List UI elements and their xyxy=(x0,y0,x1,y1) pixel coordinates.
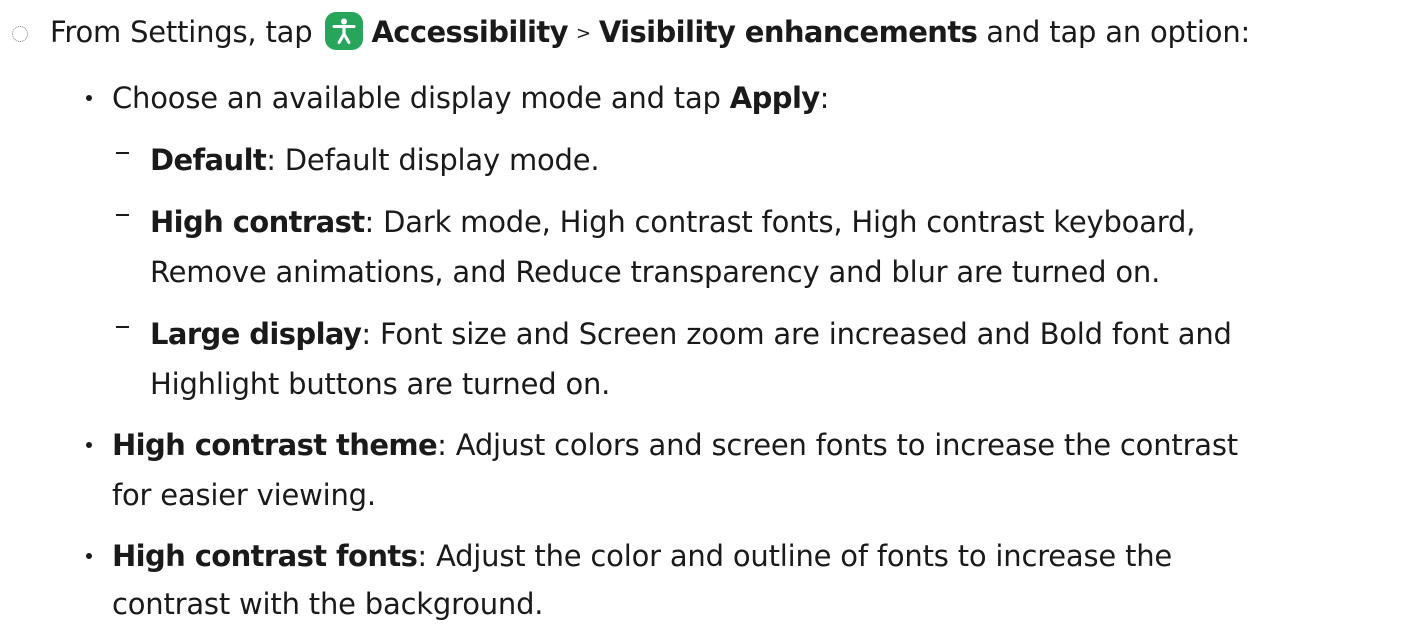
accessibility-label: Accessibility xyxy=(371,15,568,49)
bullet-term: High contrast theme xyxy=(112,428,438,462)
bullet-desc-line2: contrast with the background. xyxy=(112,587,544,621)
path-separator: > xyxy=(575,23,591,44)
dash-marker xyxy=(116,214,129,216)
colon: : xyxy=(819,81,830,115)
bullet-desc-line2: for easier viewing. xyxy=(112,478,376,512)
mode-term: Large display xyxy=(150,317,362,351)
mode-term: Default xyxy=(150,143,267,177)
dash-marker xyxy=(116,152,129,154)
step-marker-icon xyxy=(12,26,28,42)
visibility-enhancements-label: Visibility enhancements xyxy=(598,15,978,49)
intro-line: From Settings, tap Accessibility > Visibil… xyxy=(50,12,1250,54)
bullet-dot xyxy=(86,442,92,448)
mode-desc-line1: Font size and Screen zoom are increased … xyxy=(379,317,1232,351)
mode-desc-line2: Remove animations, and Reduce transparen… xyxy=(150,255,1161,289)
bullet-high-contrast-fonts-cont: contrast with the background. xyxy=(112,584,544,624)
bullet-dot xyxy=(86,95,92,101)
apply-label: Apply xyxy=(729,81,820,115)
accessibility-icon xyxy=(325,12,364,50)
bullet-desc-line1: Adjust colors and screen fonts to increa… xyxy=(455,428,1238,462)
colon: : xyxy=(361,317,371,351)
mode-high-contrast: High contrast: Dark mode, High contrast … xyxy=(150,202,1195,242)
bullet-high-contrast-fonts: High contrast fonts: Adjust the color an… xyxy=(112,536,1172,576)
colon: : xyxy=(437,428,447,462)
bullet-term: High contrast fonts xyxy=(112,539,418,573)
mode-large-display: Large display: Font size and Screen zoom… xyxy=(150,314,1232,354)
mode-default: Default: Default display mode. xyxy=(150,140,600,180)
mode-large-display-cont: Highlight buttons are turned on. xyxy=(150,364,610,404)
bullet-display-mode: Choose an available display mode and tap… xyxy=(112,78,829,118)
bullet-high-contrast-theme: High contrast theme: Adjust colors and s… xyxy=(112,425,1238,465)
bullet-text: Choose an available display mode and tap xyxy=(112,81,721,115)
colon: : xyxy=(364,205,375,239)
mode-high-contrast-cont: Remove animations, and Reduce transparen… xyxy=(150,252,1160,292)
bullet-desc-line1: Adjust the color and outline of fonts to… xyxy=(435,539,1173,573)
colon: : xyxy=(266,143,276,177)
bullet-high-contrast-theme-cont: for easier viewing. xyxy=(112,475,376,515)
mode-term: High contrast xyxy=(150,205,365,239)
mode-desc: Default display mode. xyxy=(284,143,600,177)
bullet-dot xyxy=(86,553,92,559)
mode-desc-line2: Highlight buttons are turned on. xyxy=(150,367,611,401)
colon: : xyxy=(417,539,427,573)
dash-marker xyxy=(116,326,129,328)
intro-prefix: From Settings, tap xyxy=(50,15,313,49)
mode-desc-line1: Dark mode, High contrast fonts, High con… xyxy=(383,205,1196,239)
intro-suffix: and tap an option: xyxy=(986,15,1251,49)
